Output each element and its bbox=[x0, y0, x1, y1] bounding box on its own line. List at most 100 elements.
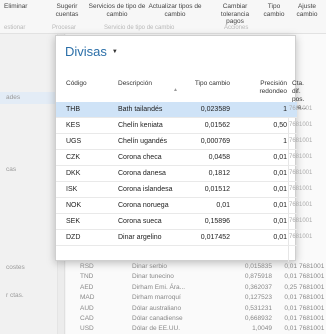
list-item[interactable]: AUD Dólar australiano 0,531231 0,01 7681… bbox=[66, 304, 326, 314]
column-header-rounding[interactable]: Precisión redondeo bbox=[244, 80, 287, 96]
column-header-code[interactable]: Código bbox=[66, 80, 87, 88]
cell-rate: 0,875918 bbox=[244, 273, 272, 281]
list-item[interactable]: CAD Dólar canadiense 0,668932 0,01 76810… bbox=[66, 314, 326, 324]
cell-code: KES bbox=[66, 122, 81, 129]
table-row[interactable]: KES Chelín keniata 0,01562 0,50 7681001 bbox=[56, 118, 312, 134]
cell-rate: 0,127523 bbox=[244, 294, 272, 302]
cell-account: 7681001 bbox=[289, 218, 313, 224]
actualizar-tipos-button[interactable]: Actualizar tipos de cambio bbox=[146, 3, 204, 18]
nav-item-cas[interactable]: cas bbox=[6, 166, 16, 173]
cell-code: RSD bbox=[80, 263, 94, 270]
table-row[interactable]: ISK Corona islandesa 0,01512 0,01 768100… bbox=[56, 182, 312, 198]
cell-rate: 0,15896 bbox=[204, 218, 230, 225]
cell-description: Corona sueca bbox=[118, 218, 162, 225]
ribbon: Eliminar Sugerir cuentas Servicios de ti… bbox=[0, 0, 326, 34]
cell-rate: 0,01512 bbox=[204, 186, 230, 193]
cell-rate: 0,01562 bbox=[204, 122, 230, 129]
cell-description: Dirham marroquí bbox=[132, 294, 181, 302]
list-item[interactable]: TND Dinar tunecino 0,875918 0,01 7681001 bbox=[66, 272, 326, 282]
left-navigation: ades cas costes r ctas. bbox=[0, 34, 58, 334]
group-procesar: Procesar bbox=[52, 25, 77, 31]
popup-title-text: Divisas bbox=[65, 44, 107, 59]
column-header-rate[interactable]: Tipo cambio bbox=[184, 80, 230, 88]
cell-rounding: 0,01 bbox=[284, 325, 297, 333]
cell-code: AUD bbox=[80, 304, 94, 312]
cell-rounding: 0,01 bbox=[284, 314, 297, 322]
list-item[interactable]: USD Dólar de EE.UU. 1,0049 0,01 7681001 bbox=[66, 324, 326, 334]
group-servicio: Servicio de tipo de cambio bbox=[104, 25, 175, 31]
eliminar-button[interactable]: Eliminar bbox=[4, 3, 27, 11]
cell-rounding: 0,01 bbox=[273, 154, 287, 161]
cell-rate: 0,531231 bbox=[244, 304, 272, 312]
table-row[interactable]: THB Bath tailandés 0,023589 1 7681001 bbox=[56, 102, 312, 118]
currency-grid: THB Bath tailandés 0,023589 1 7681001 KE… bbox=[56, 102, 312, 246]
servicios-tipo-cambio-button[interactable]: Servicios de tipo de cambio bbox=[88, 3, 146, 18]
ajuste-cambio-button[interactable]: Ajuste cambio bbox=[290, 3, 324, 18]
cell-description: Dinar serbio bbox=[132, 263, 168, 270]
cell-account: 7681001 bbox=[299, 283, 325, 291]
cell-rate: 0,000769 bbox=[200, 138, 230, 145]
cell-rounding: 0,01 bbox=[273, 202, 287, 209]
cell-rounding: 0,01 bbox=[273, 218, 287, 225]
group-acciones: Acciones bbox=[224, 25, 249, 31]
list-item[interactable]: AED Dirham Emi. Ára... 0,362037 0,25 768… bbox=[66, 283, 326, 293]
cell-rounding: 0,50 bbox=[273, 122, 287, 129]
table-row[interactable]: NOK Corona noruega 0,01 0,01 7681001 bbox=[56, 198, 312, 214]
cell-code: UGS bbox=[66, 138, 82, 145]
table-row[interactable]: UGS Chelín ugandés 0,000769 1 7681001 bbox=[56, 134, 312, 150]
cell-code: DZD bbox=[66, 234, 81, 241]
cell-rounding: 0,01 bbox=[273, 170, 287, 177]
cell-code: SEK bbox=[66, 218, 81, 225]
cell-rate: 0,015835 bbox=[244, 263, 272, 270]
background-currency-list: RSD Dinar serbio 0,015835 0,01 7681001 T… bbox=[66, 262, 326, 334]
table-row[interactable]: SEK Corona sueca 0,15896 0,01 7681001 bbox=[56, 214, 312, 230]
cell-description: Dólar de EE.UU. bbox=[132, 325, 181, 333]
sugerir-cuentas-button[interactable]: Sugerir cuentas bbox=[52, 3, 82, 18]
cell-account: 7681001 bbox=[289, 106, 313, 112]
nav-item-costes[interactable]: costes bbox=[6, 264, 25, 271]
cell-description: Corona danesa bbox=[118, 170, 166, 177]
table-row[interactable]: CZK Corona checa 0,0458 0,01 7681001 bbox=[56, 150, 312, 166]
cell-rate: 0,362037 bbox=[244, 283, 272, 291]
cell-description: Chelín keniata bbox=[118, 122, 163, 129]
list-item[interactable]: MAD Dirham marroquí 0,127523 0,01 768100… bbox=[66, 293, 326, 303]
divisas-lookup-popup: Divisas ▼ Código Descripción ▲ Tipo camb… bbox=[55, 35, 312, 262]
nav-item-ades[interactable]: ades bbox=[6, 94, 20, 101]
cell-rounding: 0,01 bbox=[284, 294, 297, 302]
cell-rounding: 0,01 bbox=[273, 186, 287, 193]
table-row[interactable]: DZD Dinar argelino 0,017452 0,01 7681001 bbox=[56, 230, 312, 246]
chevron-down-icon[interactable]: ▼ bbox=[112, 49, 118, 55]
cell-account: 7681001 bbox=[299, 273, 325, 281]
popup-title[interactable]: Divisas ▼ bbox=[65, 44, 118, 59]
cell-description: Dólar australiano bbox=[132, 304, 182, 312]
cell-rounding: 1 bbox=[283, 138, 287, 145]
tipo-cambio-button[interactable]: Tipo cambio bbox=[261, 3, 287, 18]
cell-description: Bath tailandés bbox=[118, 106, 163, 113]
nav-item-ctas[interactable]: r ctas. bbox=[6, 292, 24, 299]
cell-account: 7681001 bbox=[299, 314, 325, 322]
cell-description: Dinar tunecino bbox=[132, 273, 174, 281]
cell-description: Dólar canadiense bbox=[132, 314, 183, 322]
cell-description: Corona noruega bbox=[118, 202, 169, 209]
cell-code: TND bbox=[80, 273, 94, 281]
sort-ascending-icon[interactable]: ▲ bbox=[173, 87, 178, 93]
cell-rounding: 0,01 bbox=[284, 304, 297, 312]
cell-rate: 1,0049 bbox=[252, 325, 272, 333]
cell-rounding: 0,25 bbox=[284, 283, 297, 291]
cell-rate: 0,017452 bbox=[200, 234, 230, 241]
table-row[interactable]: DKK Corona danesa 0,1812 0,01 7681001 bbox=[56, 166, 312, 182]
cambiar-tolerancia-button[interactable]: Cambiar tolerancia pagos bbox=[212, 3, 258, 26]
column-header-description[interactable]: Descripción bbox=[118, 80, 152, 88]
cell-rate: 0,668932 bbox=[244, 314, 272, 322]
cell-code: CZK bbox=[66, 154, 80, 161]
cell-code: MAD bbox=[80, 294, 95, 302]
cell-rounding: 1 bbox=[283, 106, 287, 113]
cell-account: 7681001 bbox=[299, 325, 325, 333]
cell-code: NOK bbox=[66, 202, 82, 209]
cell-rate: 0,0458 bbox=[208, 154, 230, 161]
cell-account: 7681001 bbox=[289, 154, 313, 160]
cell-rounding: 0,01 bbox=[284, 273, 297, 281]
cell-code: USD bbox=[80, 325, 94, 333]
cell-account: 7681001 bbox=[299, 304, 325, 312]
list-item[interactable]: RSD Dinar serbio 0,015835 0,01 7681001 bbox=[66, 262, 326, 272]
